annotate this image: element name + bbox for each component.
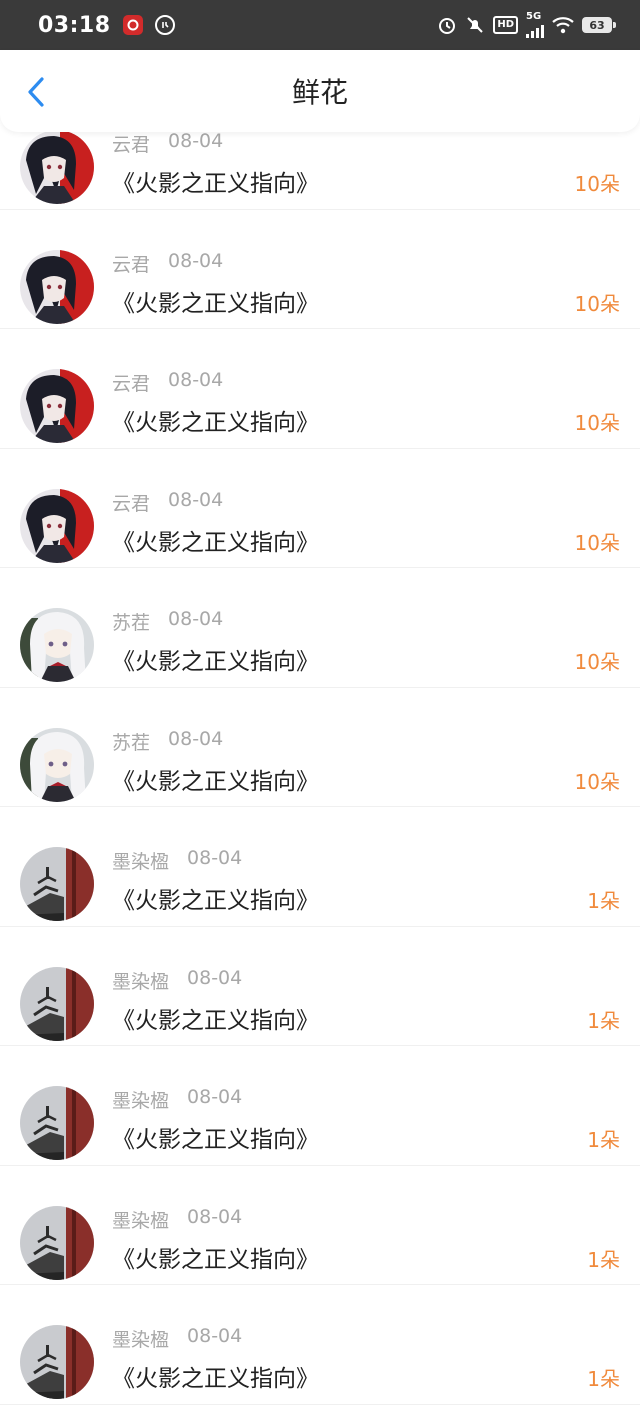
- flower-count: 1朵: [587, 1128, 620, 1152]
- avatar[interactable]: [20, 727, 94, 802]
- item-meta: 墨染楹 08-04: [112, 967, 242, 994]
- book-title[interactable]: 《火影之正义指向》: [112, 1001, 319, 1035]
- list-item[interactable]: 苏茬 08-04 《火影之正义指向》 10朵: [0, 568, 640, 688]
- book-title[interactable]: 《火影之正义指向》: [112, 1240, 319, 1274]
- status-right: HD 5G 63: [437, 12, 616, 38]
- item-meta: 云君 08-04: [112, 250, 223, 277]
- list-item[interactable]: 云君 08-04 《火影之正义指向》 10朵: [0, 449, 640, 568]
- item-date: 08-04: [168, 488, 224, 511]
- app-icon: [154, 15, 175, 35]
- item-date: 08-04: [187, 1086, 243, 1108]
- flower-count: 10朵: [574, 411, 620, 435]
- item-date: 08-04: [168, 727, 224, 750]
- wifi-icon: [552, 16, 574, 34]
- item-date: 08-04: [168, 130, 224, 152]
- list-item[interactable]: 云君 08-04 《火影之正义指向》 10朵: [0, 210, 640, 329]
- book-title[interactable]: 《火影之正义指向》: [112, 881, 319, 915]
- book-title[interactable]: 《火影之正义指向》: [112, 642, 319, 676]
- book-title[interactable]: 《火影之正义指向》: [112, 762, 319, 796]
- list-item[interactable]: 墨染楹 08-04 《火影之正义指向》 1朵: [0, 1166, 640, 1285]
- list-item[interactable]: 墨染楹 08-04 《火影之正义指向》 1朵: [0, 927, 640, 1046]
- hd-icon: HD: [493, 16, 518, 34]
- list-item[interactable]: 墨染楹 08-04 《火影之正义指向》 1朵: [0, 807, 640, 927]
- list-item[interactable]: 墨染楹 08-04 《火影之正义指向》 1朵: [0, 1285, 640, 1405]
- user-name[interactable]: 云君: [112, 489, 150, 516]
- flower-count: 10朵: [574, 172, 620, 196]
- page-title: 鲜花: [291, 76, 348, 109]
- avatar[interactable]: [20, 608, 94, 682]
- network-label: 5G: [526, 11, 542, 22]
- user-name[interactable]: 墨染楹: [112, 1086, 169, 1113]
- flower-count: 10朵: [574, 291, 620, 316]
- avatar[interactable]: [20, 130, 94, 204]
- flower-count: 10朵: [574, 769, 620, 794]
- avatar[interactable]: [20, 1325, 94, 1399]
- flower-count: 10朵: [574, 650, 620, 674]
- book-title[interactable]: 《火影之正义指向》: [112, 284, 319, 318]
- avatar[interactable]: [20, 369, 94, 443]
- item-meta: 云君 08-04: [112, 130, 223, 157]
- avatar[interactable]: [20, 847, 94, 921]
- item-meta: 墨染楹 08-04: [112, 1325, 242, 1352]
- item-meta: 苏茬 08-04: [112, 608, 223, 635]
- list-item[interactable]: 云君 08-04 《火影之正义指向》 10朵: [0, 329, 640, 449]
- list-item[interactable]: 墨染楹 08-04 《火影之正义指向》 1朵: [0, 1046, 640, 1166]
- item-date: 08-04: [187, 847, 243, 869]
- signal-icon: 5G: [526, 12, 544, 38]
- flower-count: 1朵: [587, 1367, 620, 1391]
- mute-icon: [465, 15, 485, 35]
- item-meta: 苏茬 08-04: [112, 728, 223, 755]
- item-date: 08-04: [168, 369, 224, 391]
- avatar[interactable]: [20, 488, 94, 563]
- user-name[interactable]: 苏茬: [112, 608, 150, 635]
- item-date: 08-04: [187, 966, 243, 989]
- item-date: 08-04: [168, 608, 224, 630]
- flower-list[interactable]: 云君 08-04 《火影之正义指向》 10朵 云君 08-04 《火影之正义指向》 10朵 云君…: [0, 92, 640, 1427]
- flower-count: 1朵: [587, 1008, 620, 1033]
- item-meta: 云君 08-04: [112, 369, 223, 396]
- user-name[interactable]: 云君: [112, 130, 150, 157]
- user-name[interactable]: 云君: [112, 369, 150, 396]
- item-date: 08-04: [187, 1205, 243, 1228]
- user-name[interactable]: 苏茬: [112, 728, 150, 755]
- item-meta: 云君 08-04: [112, 489, 223, 516]
- item-meta: 墨染楹 08-04: [112, 1206, 242, 1233]
- user-name[interactable]: 墨染楹: [112, 847, 169, 874]
- book-title[interactable]: 《火影之正义指向》: [112, 164, 319, 198]
- list-item[interactable]: 苏茬 08-04 《火影之正义指向》 10朵: [0, 688, 640, 807]
- item-date: 08-04: [168, 249, 224, 272]
- avatar[interactable]: [20, 1086, 94, 1160]
- user-name[interactable]: 墨染楹: [112, 1325, 169, 1352]
- item-meta: 墨染楹 08-04: [112, 1086, 242, 1113]
- avatar[interactable]: [20, 966, 94, 1041]
- netease-music-icon: [122, 15, 143, 35]
- avatar[interactable]: [20, 1205, 94, 1280]
- status-bar: 03:18 HD 5G 63: [0, 0, 640, 50]
- nav-bar: 鲜花: [0, 50, 640, 132]
- item-date: 08-04: [187, 1325, 243, 1347]
- item-meta: 墨染楹 08-04: [112, 847, 242, 874]
- user-name[interactable]: 墨染楹: [112, 967, 169, 994]
- alarm-icon: [437, 15, 457, 35]
- book-title[interactable]: 《火影之正义指向》: [112, 523, 319, 557]
- status-left: 03:18: [38, 13, 175, 38]
- flower-count: 1朵: [587, 889, 620, 913]
- flower-count: 10朵: [574, 530, 620, 555]
- battery-icon: 63: [582, 17, 616, 33]
- book-title[interactable]: 《火影之正义指向》: [112, 403, 319, 437]
- flower-list-inner: 云君 08-04 《火影之正义指向》 10朵 云君 08-04 《火影之正义指向》 10朵 云君…: [0, 92, 640, 1405]
- flower-count: 1朵: [587, 1247, 620, 1272]
- avatar[interactable]: [20, 249, 94, 324]
- status-time: 03:18: [38, 12, 111, 38]
- book-title[interactable]: 《火影之正义指向》: [112, 1359, 319, 1393]
- user-name[interactable]: 墨染楹: [112, 1206, 169, 1233]
- book-title[interactable]: 《火影之正义指向》: [112, 1120, 319, 1154]
- user-name[interactable]: 云君: [112, 250, 150, 277]
